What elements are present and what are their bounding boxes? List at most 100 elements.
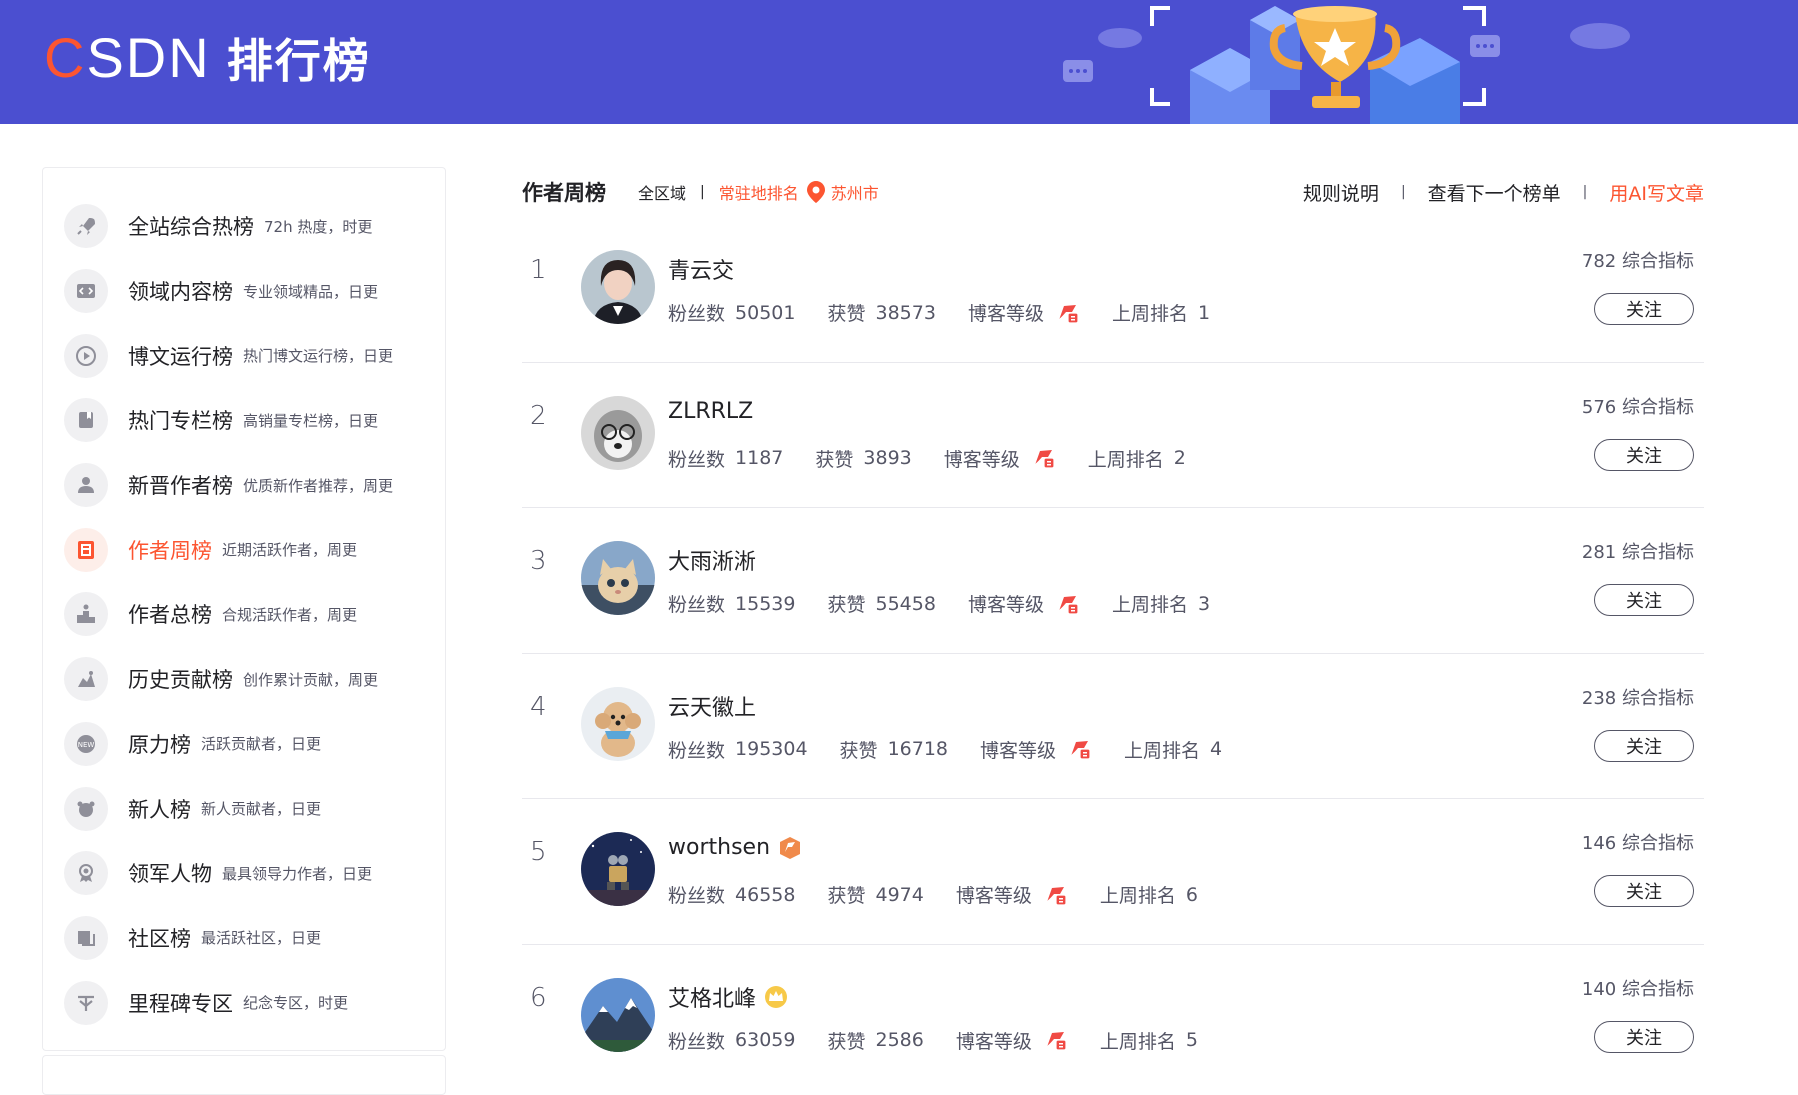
board-title: 作者周榜 [522, 181, 606, 205]
ai-write-link[interactable]: 用AI写文章 [1609, 179, 1704, 206]
sidebar-item-desc: 热门博文运行榜，日更 [243, 347, 394, 366]
avatar[interactable] [581, 977, 655, 1052]
page-title: 排行榜 [226, 34, 371, 88]
author-name[interactable]: 艾格北峰 [668, 981, 756, 1013]
divider: | [1582, 184, 1588, 200]
sidebar-nav: 全站综合热榜 72h 热度，时更 领域内容榜 专业领域精品，日更 博文运行榜 热门博文运行… [43, 168, 445, 1035]
sidebar-item-desc: 最活跃社区，日更 [201, 929, 322, 948]
rank-number: 1 [530, 255, 547, 285]
header-banner: CSDN 排行榜 [0, 0, 1798, 124]
author-name[interactable]: 云天徽上 [668, 690, 756, 722]
csdn-logo[interactable]: CSDN [44, 30, 211, 86]
avatar[interactable] [581, 395, 655, 470]
author-name-line: ZLRRLZ [668, 399, 753, 424]
main-content: 作者周榜 全区域 | 常驻地排名 苏州市 规则说明 | 查看下一个榜单 | 用A… [522, 167, 1704, 1090]
region-resident-tab[interactable]: 常驻地排名 [719, 180, 799, 204]
rank-row: 3 大雨淅淅 粉丝数 15539 获赞 55458 博客等级 上周排名 3 281 综合指标 关注 [522, 508, 1704, 654]
sidebar-item-desc: 优质新作者推荐，周更 [243, 476, 394, 495]
sidebar-item-8[interactable]: 历史贡献榜 创作累计贡献，周更 [43, 647, 445, 712]
score-label: 综合指标 [1622, 978, 1694, 1000]
last-rank-value: 3 [1197, 592, 1211, 615]
logo-letters-sdn: SDN [86, 26, 211, 89]
sidebar-item-10[interactable]: 新人榜 新人贡献者，日更 [43, 776, 445, 841]
sidebar-item-9[interactable]: NEW 原力榜 活跃贡献者，日更 [43, 712, 445, 777]
author-name[interactable]: 大雨淅淅 [668, 544, 756, 576]
score: 576 综合指标 [1582, 393, 1694, 419]
author-name-line: 云天徽上 [668, 690, 756, 722]
likes-count: 16718 [887, 738, 949, 760]
score-value: 140 [1581, 978, 1617, 1000]
level-label: 博客等级 [955, 885, 1032, 907]
region-all-tab[interactable]: 全区域 [638, 180, 686, 204]
fans-label: 粉丝数 [668, 448, 726, 471]
fans-label: 粉丝数 [668, 739, 726, 762]
sidebar-item-5[interactable]: 新晋作者榜 优质新作者推荐，周更 [43, 453, 445, 518]
sidebar-item-1[interactable]: 全站综合热榜 72h 热度，时更 [43, 194, 445, 259]
sidebar-item-label: 热门专栏榜 [128, 409, 233, 434]
week-icon [64, 527, 108, 572]
crown-badge-icon [764, 985, 788, 1009]
sidebar-item-7[interactable]: 作者总榜 合规活跃作者，周更 [43, 582, 445, 647]
follow-button[interactable]: 关注 [1594, 438, 1694, 471]
follow-button[interactable]: 关注 [1594, 1020, 1694, 1053]
author-name[interactable]: 青云交 [668, 253, 734, 285]
sidebar-item-2[interactable]: 领域内容榜 专业领域精品，日更 [43, 259, 445, 324]
fans-label: 粉丝数 [668, 885, 726, 907]
likes-count: 4974 [875, 883, 924, 906]
last-rank-value: 5 [1185, 1029, 1198, 1051]
avatar[interactable] [581, 832, 655, 906]
code-icon [64, 269, 108, 314]
milestone-icon [64, 980, 108, 1025]
last-rank-value: 4 [1210, 738, 1223, 760]
last-rank-label: 上周排名 [1111, 303, 1188, 325]
follow-button[interactable]: 关注 [1594, 584, 1694, 616]
sidebar-item-12[interactable]: 社区榜 最活跃社区，日更 [43, 906, 445, 971]
sidebar-item-3[interactable]: 博文运行榜 热门博文运行榜，日更 [43, 323, 445, 388]
blog-level-icon [1032, 447, 1056, 469]
sidebar-item-label: 博文运行榜 [128, 344, 233, 369]
blog-level-icon [1044, 1029, 1068, 1051]
likes-label: 获赞 [827, 1030, 866, 1053]
sidebar-item-11[interactable]: 领军人物 最具领导力作者，日更 [43, 841, 445, 906]
sidebar-item-desc: 创作累计贡献，周更 [243, 670, 379, 689]
divider: | [700, 184, 705, 200]
author-name[interactable]: ZLRRLZ [668, 399, 753, 424]
rank-row: 5 worthsen 粉丝数 46558 获赞 4974 博客等级 上周排名 6 146 综合指标… [522, 799, 1704, 945]
rank-list: 1 青云交 粉丝数 50501 获赞 38573 博客等级 上周排名 1 782 综合指标 关注 2 Z… [522, 217, 1704, 1090]
likes-label: 获赞 [827, 594, 866, 616]
avatar[interactable] [581, 250, 655, 324]
next-board-link[interactable]: 查看下一个榜单 [1428, 179, 1561, 206]
rank-row: 6 艾格北峰 粉丝数 63059 获赞 2586 博客等级 上周排名 5 140 综合指标 关注 [522, 945, 1704, 1091]
author-name-line: 青云交 [668, 253, 734, 285]
rules-link[interactable]: 规则说明 [1303, 179, 1379, 206]
sidebar-item-label: 作者周榜 [128, 538, 212, 563]
city-selector[interactable]: 苏州市 [831, 180, 879, 204]
last-rank-label: 上周排名 [1087, 448, 1164, 471]
level-label: 博客等级 [967, 594, 1044, 616]
sidebar-item-6[interactable]: 作者周榜 近期活跃作者，周更 [43, 517, 445, 582]
sidebar: 全站综合热榜 72h 热度，时更 领域内容榜 专业领域精品，日更 博文运行榜 热门博文运行… [42, 167, 446, 1051]
sidebar-item-label: 新人榜 [128, 797, 191, 822]
sidebar-item-label: 原力榜 [128, 732, 191, 757]
last-rank-label: 上周排名 [1111, 594, 1188, 616]
rank-row: 2 ZLRRLZ 粉丝数 1187 获赞 3893 博客等级 上周排名 2 576 综合指标 关注 [522, 363, 1704, 508]
fans-count: 1187 [735, 447, 784, 469]
fans-label: 粉丝数 [668, 1030, 726, 1053]
author-name[interactable]: worthsen [668, 835, 770, 860]
score-value: 782 [1581, 251, 1617, 272]
follow-button[interactable]: 关注 [1594, 293, 1694, 325]
score-value: 576 [1581, 396, 1617, 418]
follow-button[interactable]: 关注 [1594, 729, 1694, 762]
sidebar-item-desc: 近期活跃作者，周更 [222, 541, 358, 560]
follow-button[interactable]: 关注 [1594, 875, 1694, 907]
sidebar-item-desc: 高销量专栏榜，日更 [243, 411, 379, 430]
newbie-icon [64, 786, 108, 831]
sidebar-item-13[interactable]: 里程碑专区 纪念专区，时更 [43, 970, 445, 1035]
brand[interactable]: CSDN 排行榜 [44, 28, 371, 89]
score: 281 综合指标 [1582, 538, 1694, 564]
rocket-icon [64, 204, 108, 249]
avatar[interactable] [581, 686, 655, 761]
sidebar-item-4[interactable]: 热门专栏榜 高销量专栏榜，日更 [43, 388, 445, 453]
blog-level-icon [1056, 593, 1080, 615]
avatar[interactable] [581, 541, 655, 615]
